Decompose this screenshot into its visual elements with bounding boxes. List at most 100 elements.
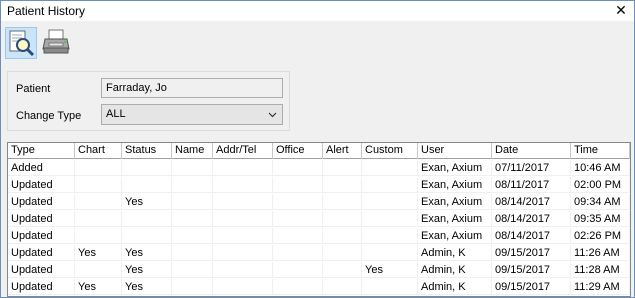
table-cell: 09:35 AM — [571, 211, 630, 227]
table-cell — [323, 262, 362, 278]
table-row[interactable]: Updated Exan, Axium 08/11/2017 02:00 PM — [8, 177, 630, 193]
table-cell: Admin, K — [418, 262, 492, 278]
table-cell — [362, 279, 418, 295]
table-cell — [213, 279, 273, 295]
table-cell: 09/15/2017 — [492, 279, 571, 295]
table-cell: Updated — [8, 228, 75, 244]
table-row[interactable]: Updated Yes Yes Admin, K 09/15/2017 11:26 AM — [8, 245, 630, 261]
change-type-select[interactable]: ALL — [101, 104, 283, 125]
table-cell: Exan, Axium — [418, 211, 492, 227]
table-row[interactable]: Updated Exan, Axium 08/14/2017 09:35 AM — [8, 211, 630, 227]
table-cell — [172, 279, 213, 295]
change-type-label: Change Type — [16, 110, 82, 122]
table-cell: Updated — [8, 245, 75, 261]
table-cell — [362, 177, 418, 193]
column-header[interactable]: Chart — [75, 143, 122, 159]
table-cell — [213, 262, 273, 278]
window-title: Patient History — [7, 4, 86, 18]
column-header[interactable]: Type — [8, 143, 75, 159]
column-header[interactable]: Date — [492, 143, 571, 159]
table-cell — [213, 228, 273, 244]
title-bar[interactable]: Patient History ✕ — [1, 1, 634, 21]
change-type-value: ALL — [106, 108, 126, 120]
table-cell — [172, 228, 213, 244]
table-cell: 11:29 AM — [571, 279, 630, 295]
table-cell — [122, 228, 172, 244]
table-cell: 02:26 PM — [571, 228, 630, 244]
column-header[interactable]: Office — [273, 143, 323, 159]
table-cell: Updated — [8, 262, 75, 278]
table-cell — [172, 177, 213, 193]
table-cell — [273, 228, 323, 244]
filter-group: Patient Farraday, Jo Change Type ALL — [7, 71, 290, 131]
table-cell: Updated — [8, 194, 75, 210]
table-cell: Yes — [362, 262, 418, 278]
patient-field[interactable]: Farraday, Jo — [101, 78, 283, 98]
column-header[interactable]: Addr/Tel — [213, 143, 273, 159]
toolbar — [1, 21, 634, 65]
column-header[interactable]: Name — [172, 143, 213, 159]
table-cell — [75, 177, 122, 193]
table-cell: Exan, Axium — [418, 194, 492, 210]
close-button[interactable]: ✕ — [614, 2, 628, 18]
table-cell — [75, 211, 122, 227]
table-cell: 07/11/2017 — [492, 160, 571, 176]
table-cell: 11:28 AM — [571, 262, 630, 278]
table-cell: Yes — [75, 279, 122, 295]
table-cell: Admin, K — [418, 245, 492, 261]
print-preview-button[interactable] — [5, 27, 37, 59]
table-cell: Exan, Axium — [418, 160, 492, 176]
table-row[interactable]: Updated Yes Yes Admin, K 09/15/2017 11:28 AM — [8, 262, 630, 278]
table-row[interactable]: Updated Yes Exan, Axium 08/14/2017 09:34 AM — [8, 194, 630, 210]
history-table[interactable]: Type Chart Status Name Addr/Tel Office Alert Cu… — [7, 142, 631, 297]
printer-icon — [42, 29, 70, 54]
table-cell — [75, 228, 122, 244]
table-cell — [172, 194, 213, 210]
table-cell: Added — [8, 160, 75, 176]
table-cell: Exan, Axium — [418, 228, 492, 244]
column-header[interactable]: Time — [571, 143, 630, 159]
table-cell: 09:34 AM — [571, 194, 630, 210]
table-cell: 09/15/2017 — [492, 245, 571, 261]
table-cell — [273, 177, 323, 193]
table-row[interactable]: Updated Yes Yes Admin, K 09/15/2017 11:29 AM — [8, 279, 630, 295]
table-row[interactable]: Updated Exan, Axium 08/14/2017 02:26 PM — [8, 228, 630, 244]
table-cell — [172, 211, 213, 227]
table-cell: 09/15/2017 — [492, 262, 571, 278]
column-header[interactable]: User — [418, 143, 492, 159]
table-row[interactable]: Added Exan, Axium 07/11/2017 10:46 AM — [8, 160, 630, 176]
table-cell — [362, 245, 418, 261]
table-cell — [122, 160, 172, 176]
table-cell — [213, 194, 273, 210]
table-cell — [362, 194, 418, 210]
table-cell — [213, 245, 273, 261]
table-cell: Admin, K — [418, 279, 492, 295]
table-cell: Yes — [122, 279, 172, 295]
table-cell — [122, 211, 172, 227]
table-cell: 11:26 AM — [571, 245, 630, 261]
table-cell — [213, 177, 273, 193]
print-preview-icon — [9, 30, 35, 57]
table-header: Type Chart Status Name Addr/Tel Office Alert Cu… — [8, 143, 630, 159]
table-cell — [362, 228, 418, 244]
table-cell — [273, 160, 323, 176]
table-cell — [323, 245, 362, 261]
table-cell — [172, 160, 213, 176]
table-cell — [213, 160, 273, 176]
chevron-down-icon — [268, 112, 277, 118]
column-header[interactable]: Status — [122, 143, 172, 159]
print-button[interactable] — [41, 27, 73, 59]
column-header[interactable]: Alert — [323, 143, 362, 159]
table-cell: Yes — [75, 245, 122, 261]
table-cell — [362, 160, 418, 176]
table-cell — [362, 211, 418, 227]
column-header[interactable]: Custom — [362, 143, 418, 159]
table-cell: 08/14/2017 — [492, 228, 571, 244]
table-cell — [122, 177, 172, 193]
table-cell — [172, 245, 213, 261]
table-cell: Yes — [122, 194, 172, 210]
table-cell — [323, 194, 362, 210]
table-cell — [273, 194, 323, 210]
table-cell: Updated — [8, 177, 75, 193]
table-cell — [323, 160, 362, 176]
